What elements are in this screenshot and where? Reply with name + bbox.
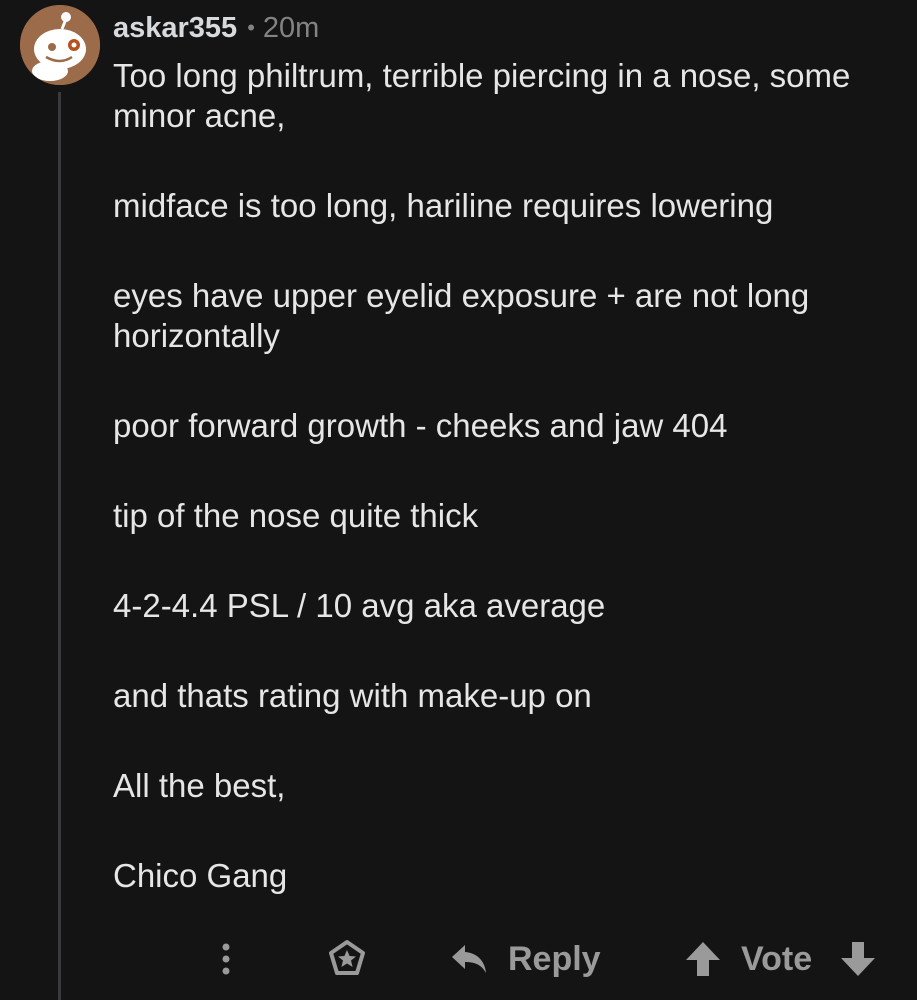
award-button[interactable] (326, 934, 368, 984)
reply-button[interactable]: Reply (450, 934, 601, 984)
upvote-button[interactable] (683, 934, 723, 984)
comment-body: Too long philtrum, terrible piercing in … (113, 56, 893, 896)
avatar[interactable] (20, 5, 100, 85)
downvote-arrow-icon (841, 942, 875, 976)
comment-paragraph: tip of the nose quite thick (113, 497, 479, 534)
thread-line[interactable] (58, 92, 61, 1000)
comment-paragraph: poor forward growth - cheeks and jaw 404 (113, 407, 728, 444)
vote-count: Vote (741, 934, 812, 984)
comment-paragraph: midface is too long, hariline requires l… (113, 187, 774, 224)
comment-paragraph: 4-2-4.4 PSL / 10 avg aka average (113, 587, 606, 624)
vote-label: Vote (741, 939, 813, 978)
more-options-button[interactable] (212, 934, 240, 984)
separator-dot: • (247, 15, 255, 40)
reply-arrow-icon (452, 945, 486, 973)
timestamp: 20m (262, 11, 320, 44)
comment-header: askar355 • 20m (113, 8, 319, 48)
comment-paragraph: Too long philtrum, terrible piercing in … (113, 57, 851, 134)
reply-label: Reply (508, 939, 601, 978)
comment-paragraph: eyes have upper eyelid exposure + are no… (113, 277, 810, 354)
comment-paragraph: All the best, (113, 767, 286, 804)
downvote-button[interactable] (838, 934, 878, 984)
award-icon (329, 940, 365, 975)
comment-paragraph: and thats rating with make-up on (113, 677, 592, 714)
more-vertical-icon (222, 943, 230, 975)
snoo-avatar-icon (20, 5, 100, 85)
username[interactable]: askar355 (113, 12, 237, 45)
comment-action-bar: Reply Vote (0, 934, 917, 984)
comment-paragraph: Chico Gang (113, 857, 288, 894)
upvote-arrow-icon (686, 942, 720, 976)
